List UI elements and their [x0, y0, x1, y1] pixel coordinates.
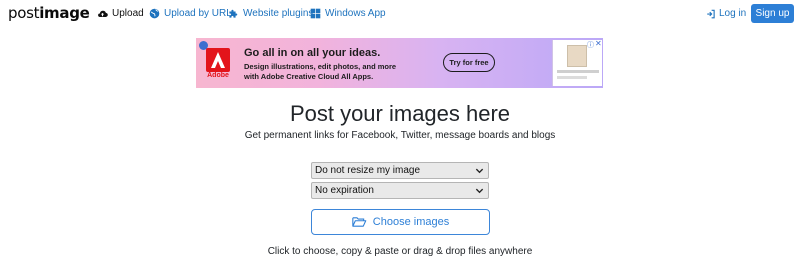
- chevron-down-icon: [475, 188, 484, 194]
- expiration-select[interactable]: No expiration: [311, 182, 489, 199]
- nav-upload-label: Upload: [112, 8, 144, 19]
- puzzle-icon: [229, 9, 238, 18]
- login-link[interactable]: Log in: [706, 8, 746, 19]
- expiration-select-value: No expiration: [315, 185, 374, 196]
- resize-select[interactable]: Do not resize my image: [311, 162, 489, 179]
- nav-website-plugins-label: Website plugins: [243, 8, 314, 19]
- ad-close-icon[interactable]: ✕: [595, 39, 602, 48]
- nav-windows-app[interactable]: Windows App: [310, 8, 386, 19]
- cloud-upload-icon: [98, 10, 108, 17]
- nav-website-plugins[interactable]: Website plugins: [228, 8, 313, 19]
- nav-windows-app-label: Windows App: [325, 8, 386, 19]
- upload-hint: Click to choose, copy & paste or drag & …: [267, 246, 533, 257]
- choose-images-button[interactable]: Choose images: [311, 209, 490, 235]
- signup-button[interactable]: Sign up: [751, 4, 794, 23]
- page-title: Post your images here: [289, 101, 511, 126]
- page-subtitle: Get permanent links for Facebook, Twitte…: [244, 130, 556, 141]
- login-label: Log in: [719, 8, 747, 19]
- ad-banner[interactable]: Adobe Go all in on all your ideas. Desig…: [196, 38, 603, 88]
- ad-body-line-1: Design illustrations, edit photos, and m…: [244, 62, 397, 71]
- nav-upload-by-url[interactable]: Upload by URL: [149, 8, 232, 19]
- globe-icon: [149, 8, 160, 19]
- nav-upload[interactable]: Upload: [97, 8, 144, 19]
- logo-post: post: [8, 4, 40, 22]
- ad-headline: Go all in on all your ideas.: [244, 47, 381, 59]
- ad-brand: Adobe: [207, 72, 229, 79]
- resize-select-value: Do not resize my image: [315, 165, 421, 176]
- adobe-logo-icon: [206, 48, 230, 72]
- ad-body-line-2: with Adobe Creative Cloud All Apps.: [244, 72, 374, 81]
- chevron-down-icon: [475, 168, 484, 174]
- nav-upload-by-url-label: Upload by URL: [164, 8, 232, 19]
- navbar: postimage Upload Upload by URL Website p…: [0, 0, 800, 28]
- choose-images-label: Choose images: [372, 216, 450, 228]
- site-logo[interactable]: postimage: [8, 4, 90, 22]
- ad-info-icon[interactable]: ⓘ: [587, 40, 594, 50]
- folder-open-icon: [352, 217, 367, 227]
- windows-icon: [310, 8, 321, 19]
- sign-in-icon: [707, 9, 715, 18]
- ad-cta-button[interactable]: Try for free: [443, 53, 495, 72]
- logo-image: image: [39, 4, 90, 22]
